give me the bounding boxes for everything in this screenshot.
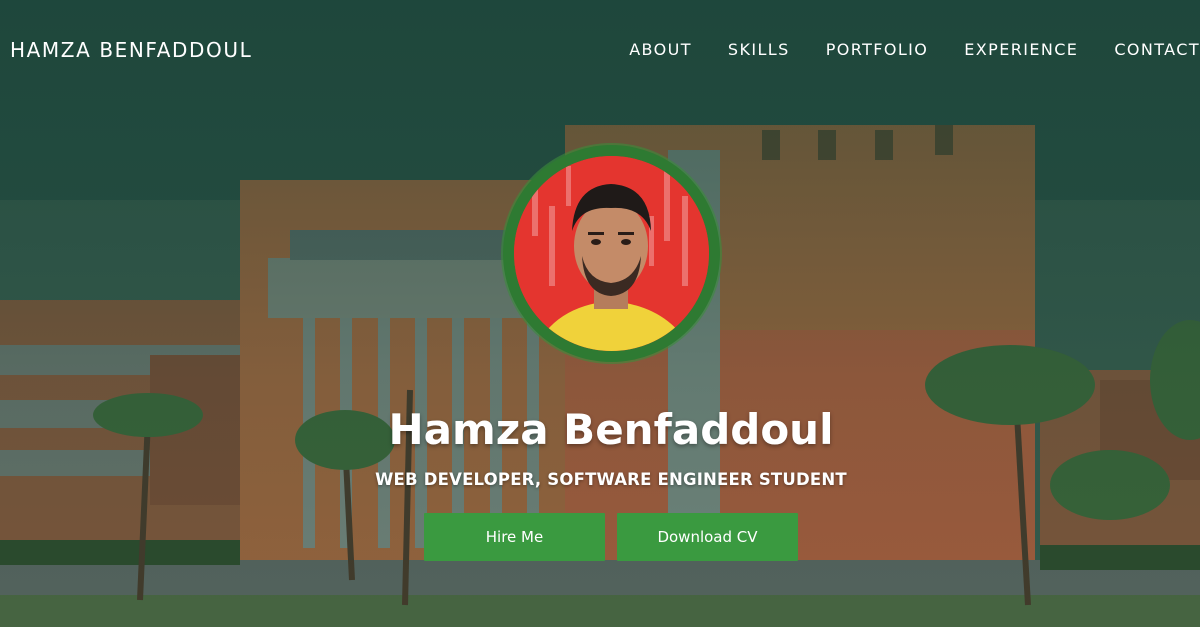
navbar: HAMZA BENFADDOUL ABOUT SKILLS PORTFOLIO …	[0, 0, 1200, 100]
nav-link-contact[interactable]: CONTACT	[1114, 40, 1200, 59]
profile-photo	[514, 156, 709, 351]
avatar-ring	[503, 145, 720, 362]
nav-link-skills[interactable]: SKILLS	[728, 40, 790, 59]
brand-logo[interactable]: HAMZA BENFADDOUL	[10, 38, 252, 62]
nav-links: ABOUT SKILLS PORTFOLIO EXPERIENCE CONTAC…	[593, 40, 1200, 59]
download-cv-button[interactable]: Download CV	[617, 513, 798, 561]
nav-link-experience[interactable]: EXPERIENCE	[964, 40, 1078, 59]
nav-link-portfolio[interactable]: PORTFOLIO	[826, 40, 929, 59]
hero-subtitle: WEB DEVELOPER, SOFTWARE ENGINEER STUDENT	[375, 470, 847, 489]
hero-section: HAMZA BENFADDOUL ABOUT SKILLS PORTFOLIO …	[0, 0, 1200, 627]
avatar	[514, 156, 709, 351]
hero-name: Hamza Benfaddoul	[388, 405, 834, 454]
hire-me-button[interactable]: Hire Me	[424, 513, 605, 561]
nav-link-about[interactable]: ABOUT	[629, 40, 692, 59]
